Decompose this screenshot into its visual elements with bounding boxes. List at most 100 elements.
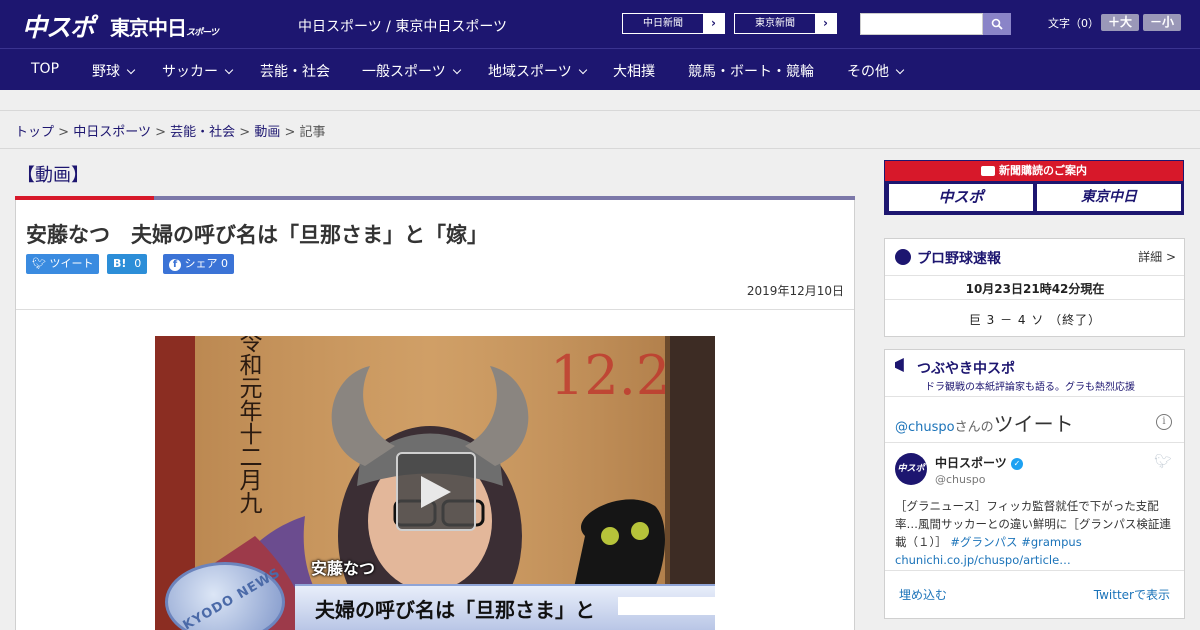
play-button[interactable] (396, 452, 476, 531)
hatena-count: 0 (134, 257, 142, 270)
twitter-bird-icon[interactable]: 🐦︎ (1154, 454, 1172, 470)
breadcrumb-entertainment[interactable]: 芸能・社会 (170, 125, 235, 140)
font-decrease-button[interactable]: －小 (1143, 14, 1181, 31)
chevron-down-icon (126, 65, 136, 75)
view-on-twitter-link[interactable]: Twitterで表示 (1094, 586, 1170, 603)
divider (0, 110, 1200, 111)
search-input[interactable] (860, 13, 983, 35)
newspaper-icon (981, 166, 995, 176)
baseball-widget-title: プロ野球速報 (917, 251, 1001, 267)
twitter-bird-icon: 🐦︎ (32, 257, 46, 270)
tweet-link[interactable]: chunichi.co.jp/chuspo/article… (895, 553, 1071, 567)
divider (885, 396, 1184, 397)
article-date: 2019年12月10日 (746, 284, 844, 298)
twitter-handle-mid: さんの (954, 420, 994, 435)
divider (885, 570, 1184, 571)
tweet-author-handle[interactable]: @chuspo (935, 473, 985, 486)
board-number: 12.2 (550, 344, 671, 407)
tokyo-shimbun-label: 東京新聞 (755, 18, 795, 29)
subscription-title-text: 新聞購読のご案内 (999, 164, 1087, 177)
nav-label: 地域スポーツ (488, 64, 572, 80)
nav-label: 大相撲 (613, 64, 655, 80)
nav-item-other[interactable]: その他 (847, 61, 905, 81)
play-icon (421, 475, 451, 508)
tweet-author-row: 中日スポーツ ✓ (935, 454, 1023, 471)
breadcrumb: トップ > 中日スポーツ > 芸能・社会 > 動画 > 記事 (15, 121, 326, 140)
article-headline: 安藤なつ 夫婦の呼び名は「旦那さま」と「嫁」 (26, 223, 488, 247)
nav-item-regional-sports[interactable]: 地域スポーツ (488, 61, 587, 81)
baseball-icon (895, 249, 911, 265)
caption-text: 夫婦の呼び名は「旦那さま」と (315, 598, 595, 622)
baseball-timestamp: 10月23日21時42分現在 (965, 282, 1105, 296)
site-title[interactable]: 中日スポーツ / 東京中日スポーツ (298, 16, 507, 36)
nav-label: 芸能・社会 (260, 64, 330, 80)
tweet-body: ［グラニュース］フィッカ監督就任で下がった支配率…風間サッカーとの違い鮮明に［グ… (895, 497, 1177, 569)
divider (0, 148, 1200, 149)
article-card: 安藤なつ 夫婦の呼び名は「旦那さま」と「嫁」 🐦︎ ツイート B! 0 f シェ… (15, 200, 855, 630)
baseball-score-widget: プロ野球速報 詳細 > 10月23日21時42分現在 巨 3 － 4 ソ （終了… (884, 238, 1185, 337)
nav-item-soccer[interactable]: サッカー (162, 61, 234, 81)
tweet-avatar[interactable]: 中スポ (895, 453, 927, 485)
search-button[interactable] (983, 13, 1011, 35)
nav-item-general-sports[interactable]: 一般スポーツ (362, 61, 461, 81)
tweet-label: ツイート (49, 257, 94, 270)
breadcrumb-separator: > (155, 125, 166, 140)
nav-item-sumo[interactable]: 大相撲 (613, 61, 655, 81)
chevron-right-icon: › (815, 14, 836, 33)
breadcrumb-separator: > (58, 125, 70, 140)
twitter-timeline-header: @chuspoさんのツイート (895, 408, 1074, 437)
twitter-handle-link[interactable]: @chuspo (895, 420, 955, 435)
chevron-down-icon (895, 65, 905, 75)
chevron-right-icon: › (703, 14, 724, 33)
twitter-widget: つぶやき中スポ ドラ観戦の本紙評論家も語る。グラも熱烈応援 @chuspoさんの… (884, 349, 1185, 619)
tokyo-chunichi-logo[interactable]: 東京中日スポーツ (110, 12, 219, 41)
video-player[interactable]: 令和元年十二月九 12.2 KYODO NEWS 安藤なつ 夫婦の呼び名は「旦那… (155, 336, 715, 630)
breadcrumb-top[interactable]: トップ (15, 125, 54, 140)
nav-label: その他 (847, 64, 889, 80)
tweet-button[interactable]: 🐦︎ ツイート (26, 254, 100, 274)
nav-item-top[interactable]: TOP (31, 61, 59, 77)
tweet-hashtags[interactable]: #グランパス #grampus (950, 535, 1081, 549)
section-title: 【動画】 (17, 165, 89, 186)
hatena-icon: B! (113, 257, 127, 270)
baseball-score[interactable]: 巨 3 － 4 ソ （終了） (885, 311, 1185, 328)
tokyo-shimbun-link[interactable]: 東京新聞 › (734, 13, 837, 34)
facebook-share-button[interactable]: f シェア 0 (163, 254, 234, 274)
chevron-down-icon (452, 65, 461, 75)
tweet-author[interactable]: 中日スポーツ (935, 456, 1007, 470)
chuspo-logo[interactable]: 中スポ (22, 8, 95, 44)
nav-item-baseball[interactable]: 野球 (92, 61, 136, 81)
twitter-header-title: ツイート (993, 412, 1074, 436)
board-text: 令和元年十二月九 (235, 336, 261, 514)
divider (885, 442, 1184, 443)
subscription-banner-title: 新聞購読のご案内 (885, 161, 1183, 181)
hatena-bookmark-button[interactable]: B! 0 (107, 254, 148, 274)
twitter-widget-title: つぶやき中スポ (917, 361, 1015, 377)
divider (16, 309, 854, 310)
breadcrumb-separator: > (284, 125, 296, 140)
chunichi-shimbun-link[interactable]: 中日新聞 › (622, 13, 725, 34)
nav-label: 一般スポーツ (362, 64, 446, 80)
tokyo-subscribe-logo[interactable]: 東京中日 (1037, 184, 1181, 211)
tokyo-logo-sub: スポーツ (186, 28, 219, 38)
caption-name: 安藤なつ (311, 559, 376, 578)
verified-icon: ✓ (1010, 457, 1023, 470)
nav-item-racing[interactable]: 競馬・ボート・競輪 (688, 61, 814, 81)
breadcrumb-chunichi-sports[interactable]: 中日スポーツ (73, 125, 151, 140)
subscription-banner[interactable]: 新聞購読のご案内 中スポ 東京中日 (884, 160, 1184, 215)
baseball-details-link[interactable]: 詳細 > (1138, 248, 1176, 265)
font-size-label: 文字（0） (1048, 17, 1099, 30)
chevron-down-icon (224, 65, 234, 75)
nav-label: TOP (31, 61, 60, 77)
chuspo-subscribe-logo[interactable]: 中スポ (889, 184, 1033, 211)
embed-link[interactable]: 埋め込む (899, 586, 947, 603)
nav-label: サッカー (162, 64, 218, 80)
main-nav: TOP 野球 サッカー 芸能・社会 一般スポーツ 地域スポーツ 大相撲 競馬・ボ… (0, 48, 1200, 90)
info-icon[interactable]: i (1156, 414, 1172, 430)
facebook-share-count: 0 (221, 257, 228, 270)
nav-item-entertainment[interactable]: 芸能・社会 (260, 61, 330, 81)
tokyo-logo-text: 東京中日 (110, 16, 187, 40)
breadcrumb-video[interactable]: 動画 (254, 125, 280, 140)
chevron-down-icon (578, 65, 587, 75)
font-increase-button[interactable]: ＋大 (1101, 14, 1139, 31)
